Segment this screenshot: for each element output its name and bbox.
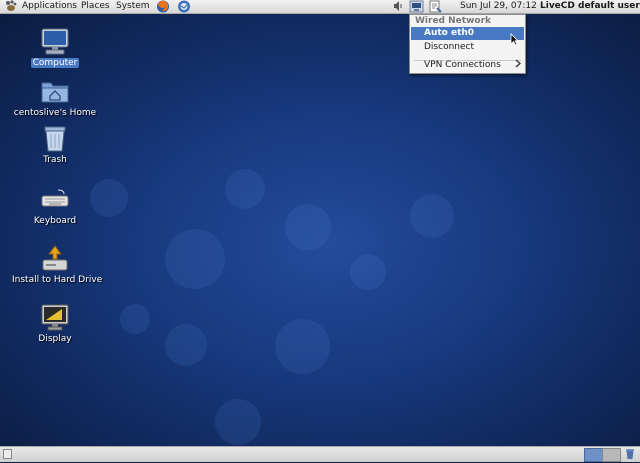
desktop-icon-label: Computer: [30, 58, 80, 68]
applications-menu[interactable]: Applications: [22, 0, 77, 13]
volume-icon[interactable]: [393, 0, 404, 13]
trash-applet-icon[interactable]: [624, 448, 636, 460]
gnome-foot-icon[interactable]: [4, 0, 18, 13]
network-applet-icon[interactable]: [409, 0, 424, 13]
places-menu[interactable]: Places: [81, 0, 110, 13]
desktop-icon-keyboard[interactable]: Keyboard: [10, 186, 100, 226]
desktop-icon-trash[interactable]: Trash: [10, 125, 100, 165]
desktop-icon-label: Display: [38, 334, 72, 344]
clock[interactable]: Sun Jul 29, 07:12: [460, 0, 537, 13]
firefox-launcher-icon[interactable]: [156, 0, 170, 13]
menu-header-wired-network: Wired Network: [415, 16, 491, 26]
menu-item-label: VPN Connections: [424, 60, 501, 70]
top-panel: Applications Places System Sun Jul 29, 0…: [0, 0, 640, 14]
keyboard-icon: [40, 186, 70, 214]
network-menu: Wired Network Auto eth0 Disconnect VPN C…: [409, 14, 526, 74]
email-launcher-icon[interactable]: [177, 0, 191, 13]
desktop-icon-label: Trash: [43, 155, 67, 165]
desktop-icon-display[interactable]: Display: [10, 304, 100, 344]
install-drive-icon: [40, 245, 70, 273]
mouse-cursor-icon: [510, 33, 519, 49]
display-icon: [40, 304, 70, 332]
trash-icon: [40, 125, 70, 153]
menu-item-auto-eth0[interactable]: Auto eth0: [411, 27, 524, 40]
desktop-icon-label: centoslive's Home: [13, 108, 97, 118]
workspace-1[interactable]: [584, 448, 603, 462]
user-switcher[interactable]: LiveCD default user: [540, 0, 640, 13]
update-notifier-icon[interactable]: [429, 0, 442, 13]
computer-icon: [40, 28, 70, 56]
desktop-icon-label: Keyboard: [33, 216, 77, 226]
chevron-right-icon: [515, 59, 521, 73]
bottom-panel: [0, 446, 640, 462]
desktop-icon-install[interactable]: Install to Hard Drive: [10, 245, 102, 285]
menu-item-label: Disconnect: [424, 42, 474, 52]
desktop-icon-computer[interactable]: Computer: [10, 28, 100, 68]
show-desktop-icon[interactable]: [3, 449, 12, 459]
desktop-icon-label: Install to Hard Drive: [12, 275, 103, 285]
desktop-icon-home[interactable]: centoslive's Home: [10, 78, 100, 118]
system-menu[interactable]: System: [116, 0, 150, 13]
workspace-2[interactable]: [602, 448, 621, 462]
menu-item-label: Auto eth0: [424, 28, 475, 38]
menu-item-disconnect[interactable]: Disconnect: [411, 41, 524, 54]
home-folder-icon: [40, 78, 70, 106]
menu-item-vpn-connections[interactable]: VPN Connections: [411, 59, 524, 72]
